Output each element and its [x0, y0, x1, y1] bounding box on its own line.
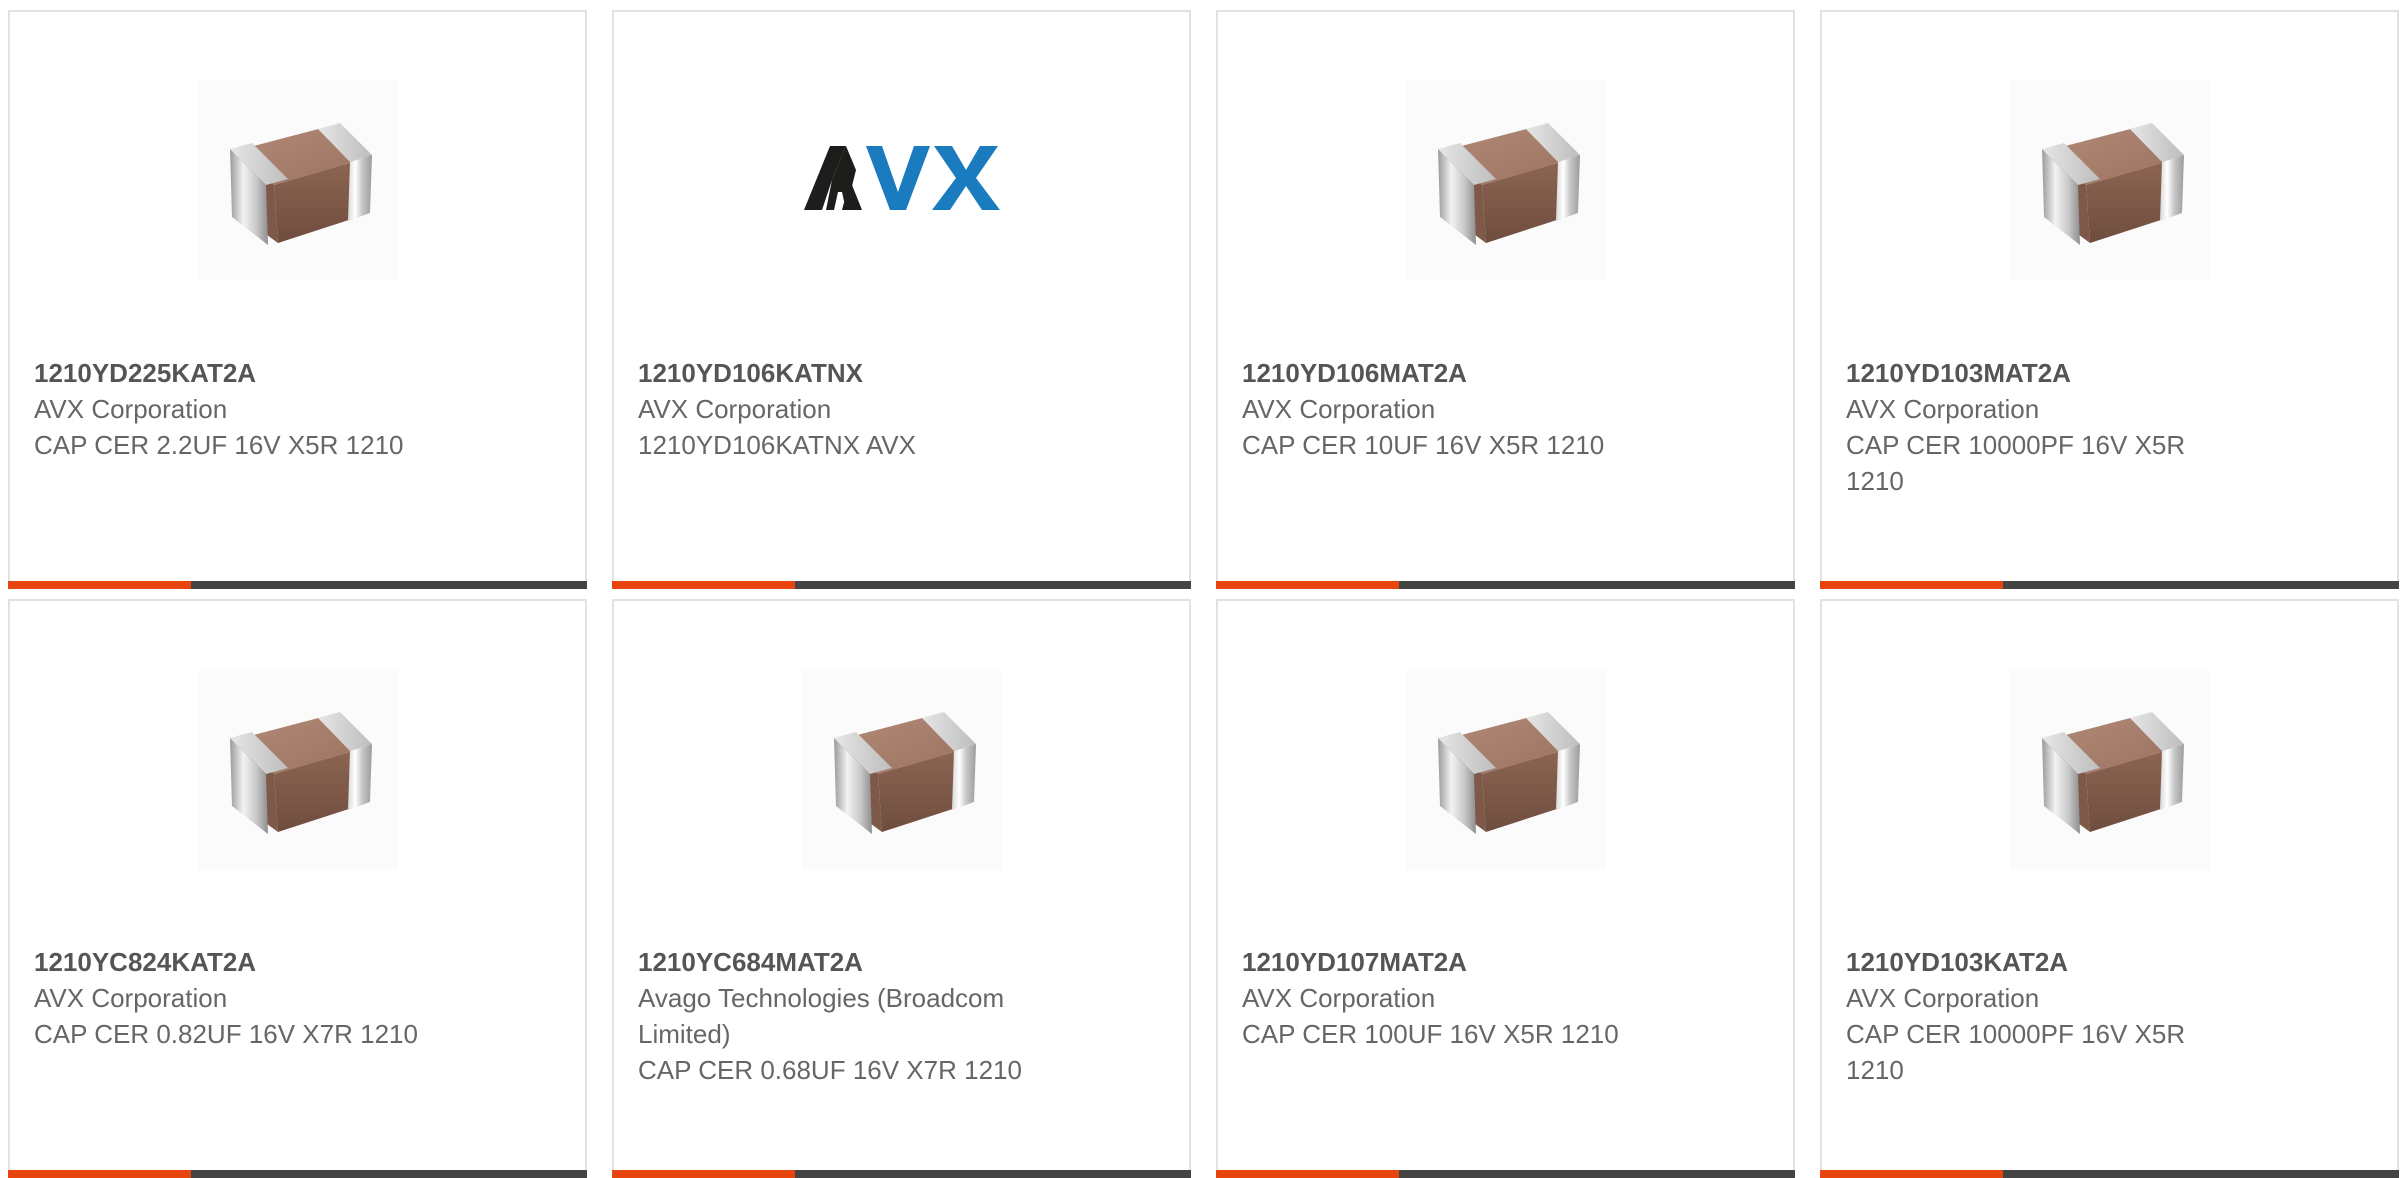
part-number[interactable]: 1210YD103KAT2A [1846, 944, 2246, 980]
manufacturer: AVX Corporation [1846, 983, 2040, 1013]
product-image[interactable] [197, 669, 398, 869]
part-number[interactable]: 1210YC684MAT2A [638, 944, 1038, 980]
description: CAP CER 10UF 16V X5R 1210 [1242, 430, 1605, 460]
product-card[interactable]: 1210YC824KAT2A AVX Corporation CAP CER 0… [8, 599, 587, 1178]
capacitor-chip-icon [833, 712, 976, 834]
capacitor-chip-icon [229, 712, 372, 834]
accent-segment [1216, 1170, 1399, 1178]
product-info: 1210YD103MAT2A AVX Corporation CAP CER 1… [1846, 355, 2246, 499]
part-number[interactable]: 1210YD225KAT2A [34, 355, 434, 391]
product-image[interactable] [197, 80, 398, 280]
product-info: 1210YD106MAT2A AVX Corporation CAP CER 1… [1242, 355, 1642, 463]
card-accent-bar [612, 581, 1191, 589]
accent-segment [1216, 581, 1399, 589]
card-accent-bar [1216, 581, 1795, 589]
product-card[interactable]: 1210YD106KATNX AVX Corporation 1210YD106… [612, 10, 1191, 589]
product-image[interactable] [1405, 80, 1606, 280]
accent-segment [612, 581, 795, 589]
description: CAP CER 100UF 16V X5R 1210 [1242, 1019, 1619, 1049]
manufacturer: AVX Corporation [638, 394, 832, 424]
part-number[interactable]: 1210YD103MAT2A [1846, 355, 2246, 391]
manufacturer: AVX Corporation [1846, 394, 2040, 424]
product-card[interactable]: 1210YD103KAT2A AVX Corporation CAP CER 1… [1820, 599, 2399, 1178]
product-image[interactable] [1405, 669, 1606, 869]
manufacturer: AVX Corporation [34, 983, 228, 1013]
avx-logo-icon [803, 146, 1000, 210]
product-info: 1210YC824KAT2A AVX Corporation CAP CER 0… [34, 944, 434, 1052]
card-accent-bar [1820, 581, 2399, 589]
description: CAP CER 2.2UF 16V X5R 1210 [34, 430, 404, 460]
accent-segment [8, 1170, 191, 1178]
part-number[interactable]: 1210YD106MAT2A [1242, 355, 1642, 391]
product-image[interactable] [801, 669, 1002, 869]
description: CAP CER 0.68UF 16V X7R 1210 [638, 1055, 1022, 1085]
product-card[interactable]: 1210YC684MAT2A Avago Technologies (Broad… [612, 599, 1191, 1178]
capacitor-chip-icon [2041, 123, 2184, 245]
description: 1210YD106KATNX AVX [638, 430, 916, 460]
card-accent-bar [1216, 1170, 1795, 1178]
product-info: 1210YD107MAT2A AVX Corporation CAP CER 1… [1242, 944, 1642, 1052]
capacitor-chip-icon [2041, 712, 2184, 834]
card-accent-bar [8, 581, 587, 589]
description: CAP CER 10000PF 16V X5R 1210 [1846, 430, 2186, 496]
part-number[interactable]: 1210YD107MAT2A [1242, 944, 1642, 980]
card-accent-bar [612, 1170, 1191, 1178]
manufacturer: AVX Corporation [1242, 394, 1436, 424]
description: CAP CER 0.82UF 16V X7R 1210 [34, 1019, 418, 1049]
card-accent-bar [1820, 1170, 2399, 1178]
product-image[interactable] [2009, 80, 2210, 280]
product-info: 1210YD106KATNX AVX Corporation 1210YD106… [638, 355, 1038, 463]
accent-segment [8, 581, 191, 589]
accent-segment [1820, 1170, 2003, 1178]
description: CAP CER 10000PF 16V X5R 1210 [1846, 1019, 2186, 1085]
manufacturer: AVX Corporation [1242, 983, 1436, 1013]
accent-segment [1820, 581, 2003, 589]
part-number[interactable]: 1210YC824KAT2A [34, 944, 434, 980]
product-image[interactable] [801, 80, 1002, 280]
manufacturer: AVX Corporation [34, 394, 228, 424]
capacitor-chip-icon [229, 123, 372, 245]
product-info: 1210YD225KAT2A AVX Corporation CAP CER 2… [34, 355, 434, 463]
capacitor-chip-icon [1437, 712, 1580, 834]
capacitor-chip-icon [1437, 123, 1580, 245]
product-info: 1210YD103KAT2A AVX Corporation CAP CER 1… [1846, 944, 2246, 1088]
manufacturer: Avago Technologies (Broadcom Limited) [638, 983, 1005, 1049]
part-number[interactable]: 1210YD106KATNX [638, 355, 1038, 391]
accent-segment [612, 1170, 795, 1178]
card-accent-bar [8, 1170, 587, 1178]
product-card[interactable]: 1210YD225KAT2A AVX Corporation CAP CER 2… [8, 10, 587, 589]
product-grid: 1210YD225KAT2A AVX Corporation CAP CER 2… [8, 10, 2399, 1178]
product-card[interactable]: 1210YD106MAT2A AVX Corporation CAP CER 1… [1216, 10, 1795, 589]
product-card[interactable]: 1210YD103MAT2A AVX Corporation CAP CER 1… [1820, 10, 2399, 589]
product-image[interactable] [2009, 669, 2210, 869]
product-card[interactable]: 1210YD107MAT2A AVX Corporation CAP CER 1… [1216, 599, 1795, 1178]
product-info: 1210YC684MAT2A Avago Technologies (Broad… [638, 944, 1038, 1088]
